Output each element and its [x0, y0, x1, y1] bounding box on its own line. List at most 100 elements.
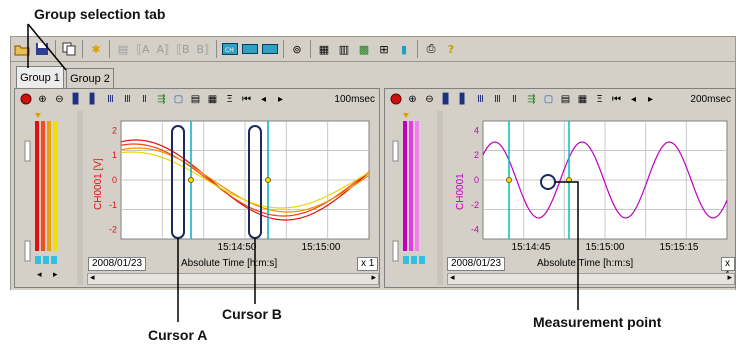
date-label: 2008/01/23 — [447, 257, 506, 271]
main-toolbar: ✱ ▤ ⟦A A⟧ ⟦B B⟧ CH ⊚ ▦ ▥ ▩ ⊞ ▮ ⎙ ? — [10, 36, 736, 62]
callout-cursor-a: Cursor A — [148, 327, 208, 343]
record2-icon[interactable] — [261, 40, 279, 58]
prev-icon[interactable]: ◂ — [626, 92, 641, 107]
next-icon[interactable]: ▸ — [273, 92, 288, 107]
copy-icon[interactable] — [60, 40, 78, 58]
columns2-icon[interactable]: Ⅲ — [120, 92, 135, 107]
bar-chart2-icon[interactable]: ▋ — [86, 92, 101, 107]
tab-group-1[interactable]: Group 1 — [16, 66, 64, 88]
help-icon[interactable]: ? — [442, 40, 460, 58]
cursor-a-icon[interactable]: ⟦A — [134, 40, 152, 58]
callout-measurement-point: Measurement point — [533, 314, 662, 330]
bar-chart-icon[interactable]: ▊ — [69, 92, 84, 107]
open-icon[interactable] — [13, 40, 31, 58]
ch-icon[interactable]: CH — [221, 40, 239, 58]
cursor-marker — [188, 177, 194, 183]
columns2-icon[interactable]: Ⅲ — [490, 92, 505, 107]
x-tick-label: 15:15:15 — [660, 242, 699, 253]
y-tick-label: 0 — [112, 175, 117, 185]
zoom-out-icon[interactable]: ⊖ — [422, 92, 437, 107]
cursor-marker — [566, 177, 572, 183]
rewind-icon[interactable]: ⏮ — [239, 92, 254, 107]
level-meter — [389, 111, 443, 285]
scroll-right-icon[interactable]: ▸ — [371, 272, 376, 283]
list-icon[interactable]: ▮ — [395, 40, 413, 58]
zoom-in-icon[interactable]: ⊕ — [35, 92, 50, 107]
panel-toolbar-right: ⊕ ⊖ ▊ ▋ Ⅲ Ⅲ Ⅱ ⇶ ▢ ▤ ▦ Ξ ⏮ ◂ ▸ 200msec — [385, 89, 735, 109]
horizontal-scrollbar[interactable]: ◂ ▸ — [447, 272, 735, 285]
y-tick-label: -4 — [471, 225, 479, 235]
layout3-icon[interactable]: ▦ — [205, 92, 220, 107]
cursor-marker — [265, 177, 271, 183]
star-icon[interactable]: ✱ — [87, 40, 105, 58]
print-icon[interactable]: ⎙ — [422, 40, 440, 58]
callout-cursor-b: Cursor B — [222, 306, 282, 322]
layout2-icon[interactable]: ▤ — [188, 92, 203, 107]
horizontal-scrollbar[interactable]: ◂ ▸ — [87, 272, 379, 285]
rewind-icon[interactable]: ⏮ — [609, 92, 624, 107]
y-tick-label: -2 — [471, 200, 479, 210]
multi-trend-icon[interactable]: ⇶ — [154, 92, 169, 107]
layout2-icon[interactable]: ▤ — [558, 92, 573, 107]
bar-chart-icon[interactable]: ▊ — [439, 92, 454, 107]
y-tick-label: -2 — [109, 225, 117, 235]
svg-text:◂: ◂ — [37, 270, 42, 280]
prev-icon[interactable]: ◂ — [256, 92, 271, 107]
y-tick-label: 4 — [474, 125, 479, 135]
x-tick-label: 15:14:50 — [218, 242, 257, 253]
layout1-icon[interactable]: ▢ — [541, 92, 556, 107]
y-tick-label: -1 — [109, 200, 117, 210]
cursor-ab-icon[interactable]: A⟧ — [154, 40, 172, 58]
multi-trend-icon[interactable]: ⇶ — [524, 92, 539, 107]
y-axis-label: CH0001 — [455, 173, 466, 210]
columns-icon[interactable]: Ⅲ — [473, 92, 488, 107]
y-tick-label: 1 — [112, 150, 117, 160]
doc-icon[interactable]: ▤ — [114, 40, 132, 58]
level-meter: ◂ ▸ — [21, 111, 83, 285]
cursor-ab2-icon[interactable]: B⟧ — [194, 40, 212, 58]
scale-icon[interactable]: Ξ — [592, 92, 607, 107]
svg-text:▸: ▸ — [53, 270, 58, 280]
panel-toolbar: ⊕ ⊖ ▊ ▋ Ⅲ Ⅲ Ⅱ ⇶ ▢ ▤ ▦ Ξ ⏮ ◂ ▸ 100msec — [15, 89, 379, 109]
scroll-left-icon[interactable]: ◂ — [90, 272, 95, 283]
cursor-marker — [506, 177, 512, 183]
x-axis-title: Absolute Time [h:m:s] — [537, 258, 634, 269]
scroll-right-icon[interactable]: ▸ — [727, 272, 732, 283]
next-icon[interactable]: ▸ — [643, 92, 658, 107]
tab-group-2[interactable]: Group 2 — [66, 68, 114, 88]
y-tick-label: 2 — [474, 150, 479, 160]
group1-panel: ⊕ ⊖ ▊ ▋ Ⅲ Ⅲ Ⅱ ⇶ ▢ ▤ ▦ Ξ ⏮ ◂ ▸ 100msec ◂ … — [14, 88, 380, 288]
table-icon[interactable]: ▥ — [335, 40, 353, 58]
cursor-b-icon[interactable]: ⟦B — [174, 40, 192, 58]
chart-icon[interactable]: ▩ — [355, 40, 373, 58]
grid-icon[interactable]: ▦ — [315, 40, 333, 58]
layout3-icon[interactable]: ▦ — [575, 92, 590, 107]
zoom-label: x 1 — [721, 257, 735, 281]
x-tick-label: 15:15:00 — [586, 242, 625, 253]
sample-rate: 100msec — [334, 93, 375, 105]
x-tick-label: 15:14:45 — [512, 242, 551, 253]
stop-icon[interactable] — [18, 92, 33, 107]
bar-chart2-icon[interactable]: ▋ — [456, 92, 471, 107]
scale-icon[interactable]: Ξ — [222, 92, 237, 107]
x-axis-title: Absolute Time [h:m:s] — [181, 258, 278, 269]
columns3-icon[interactable]: Ⅱ — [507, 92, 522, 107]
x-tick-label: 15:15:00 — [302, 242, 341, 253]
zoom-label: x 1 — [357, 257, 379, 271]
stop-icon[interactable] — [388, 92, 403, 107]
callout-group-tab: Group selection tab — [34, 6, 166, 22]
svg-text:CH: CH — [225, 47, 234, 54]
sample-rate: 200msec — [690, 93, 731, 105]
scroll-left-icon[interactable]: ◂ — [450, 272, 455, 283]
record-icon[interactable] — [241, 40, 259, 58]
clock-icon[interactable]: ⊚ — [288, 40, 306, 58]
save-icon[interactable] — [33, 40, 51, 58]
columns3-icon[interactable]: Ⅱ — [137, 92, 152, 107]
zoom-out-icon[interactable]: ⊖ — [52, 92, 67, 107]
columns-icon[interactable]: Ⅲ — [103, 92, 118, 107]
multi-icon[interactable]: ⊞ — [375, 40, 393, 58]
layout1-icon[interactable]: ▢ — [171, 92, 186, 107]
zoom-in-icon[interactable]: ⊕ — [405, 92, 420, 107]
group1-panel-right: ⊕ ⊖ ▊ ▋ Ⅲ Ⅲ Ⅱ ⇶ ▢ ▤ ▦ Ξ ⏮ ◂ ▸ 200msec 4 2… — [384, 88, 736, 288]
y-tick-label: 0 — [474, 175, 479, 185]
